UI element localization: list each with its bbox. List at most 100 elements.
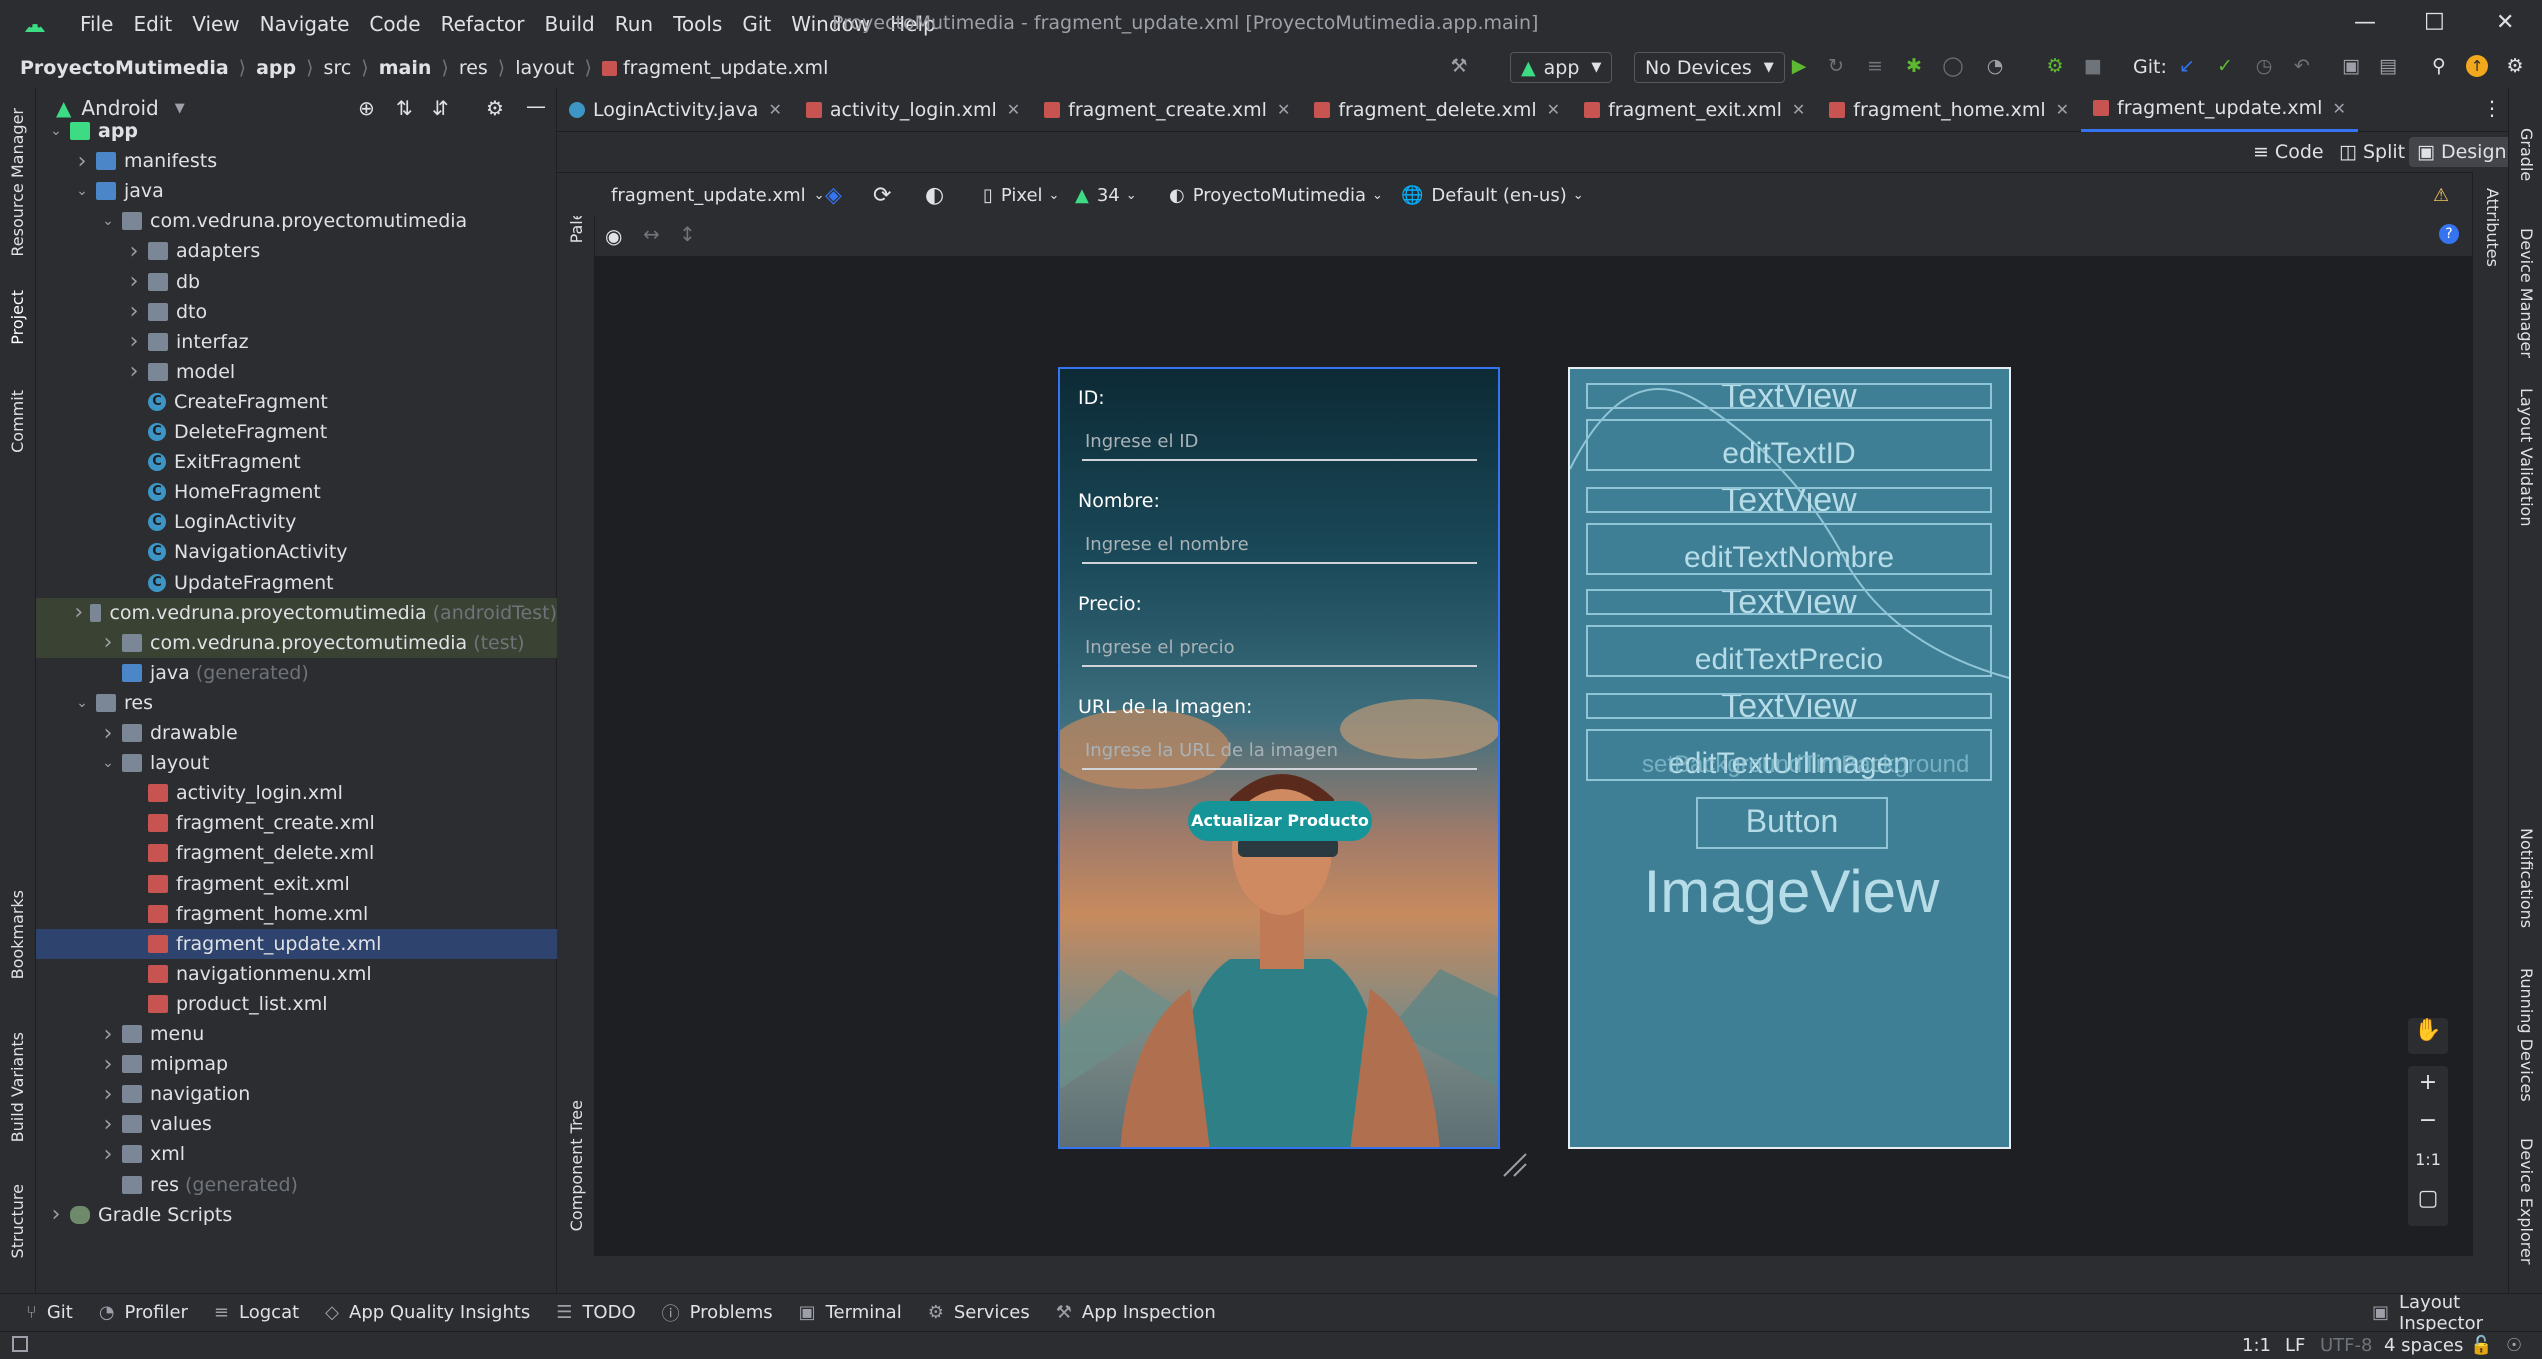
git-commit-icon[interactable]: ✓ bbox=[2214, 55, 2236, 77]
tree-item[interactable]: C ExitFragment bbox=[36, 447, 557, 477]
close-tab-icon[interactable]: ✕ bbox=[1792, 100, 1805, 119]
tree-item[interactable]: res (generated) bbox=[36, 1170, 557, 1200]
blueprint-edit-id[interactable]: editTextID bbox=[1586, 419, 1992, 471]
profiler-tool-button[interactable]: ◔ Profiler bbox=[99, 1302, 188, 1323]
chevron-right-icon[interactable]: › bbox=[100, 721, 116, 746]
zoom-in-icon[interactable]: + bbox=[2408, 1070, 2448, 1106]
tree-item[interactable]: C HomeFragment bbox=[36, 477, 557, 507]
structure-tab[interactable]: Structure bbox=[8, 1184, 27, 1258]
resource-manager-tab[interactable]: Resource Manager bbox=[8, 108, 27, 257]
breadcrumb-item[interactable]: res bbox=[459, 57, 488, 79]
chevron-down-icon[interactable]: ⌄ bbox=[74, 695, 90, 711]
tree-item[interactable]: java (generated) bbox=[36, 658, 557, 688]
git-rollback-icon[interactable]: ↶ bbox=[2291, 55, 2313, 77]
hide-panel-icon[interactable]: — bbox=[526, 94, 546, 118]
blueprint-textview[interactable]: TextView bbox=[1586, 589, 1992, 615]
editor-tab[interactable]: fragment_create.xml ✕ bbox=[1032, 88, 1302, 132]
tree-item[interactable]: fragment_exit.xml bbox=[36, 869, 557, 899]
tree-item[interactable]: fragment_delete.xml bbox=[36, 838, 557, 868]
tree-item[interactable]: › Gradle Scripts bbox=[36, 1200, 557, 1230]
tree-item[interactable]: › com.vedruna.proyectomutimedia (androidTe… bbox=[36, 597, 557, 628]
commit-tab[interactable]: Commit bbox=[8, 390, 27, 453]
chevron-down-icon[interactable]: ⌄ bbox=[100, 755, 116, 771]
tree-item[interactable]: › menu bbox=[36, 1019, 557, 1049]
notifications-tab[interactable]: Notifications bbox=[2517, 828, 2536, 928]
rerun-icon[interactable]: ↻ bbox=[1825, 55, 1847, 77]
blueprint-textview[interactable]: TextView bbox=[1586, 487, 1992, 513]
menu-tools[interactable]: Tools bbox=[663, 12, 732, 36]
menu-git[interactable]: Git bbox=[732, 12, 781, 36]
chevron-down-icon[interactable]: ⌄ bbox=[48, 123, 64, 139]
sdk-manager-icon[interactable]: ▣ bbox=[2340, 55, 2362, 77]
breadcrumb-item[interactable]: app bbox=[256, 57, 296, 79]
tree-item[interactable]: › model bbox=[36, 357, 557, 387]
fit-screen-icon[interactable]: ▢ bbox=[2408, 1186, 2448, 1222]
blueprint-edit-name[interactable]: editTextNombre bbox=[1586, 523, 1992, 575]
chevron-right-icon[interactable]: › bbox=[126, 299, 142, 324]
tree-item[interactable]: fragment_home.xml bbox=[36, 899, 557, 929]
editor-tab[interactable]: LoginActivity.java ✕ bbox=[557, 88, 794, 132]
url-input[interactable]: Ingrese la URL de la imagen bbox=[1082, 732, 1477, 770]
tree-item[interactable]: navigationmenu.xml bbox=[36, 959, 557, 989]
close-tab-icon[interactable]: ✕ bbox=[1007, 100, 1020, 119]
file-select[interactable]: fragment_update.xml ⌄ bbox=[611, 181, 825, 209]
blueprint-textview[interactable]: TextView bbox=[1586, 693, 1992, 719]
git-tool-button[interactable]: ⑂ Git bbox=[26, 1302, 73, 1323]
app-quality-insights-tool-button[interactable]: ◇ App Quality Insights bbox=[325, 1302, 530, 1323]
code-mode-button[interactable]: ≡ Code bbox=[2245, 137, 2332, 167]
indent-setting[interactable]: 4 spaces bbox=[2384, 1335, 2463, 1356]
logcat-tool-button[interactable]: ≡ Logcat bbox=[214, 1302, 299, 1323]
coverage-icon[interactable]: ⚙ bbox=[2044, 55, 2066, 77]
chevron-right-icon[interactable]: › bbox=[100, 1142, 116, 1167]
build-variants-tab[interactable]: Build Variants bbox=[8, 1032, 27, 1142]
layers-icon[interactable]: ◈ bbox=[825, 181, 842, 209]
tree-item[interactable]: ⌄ res bbox=[36, 688, 557, 718]
run-config-select[interactable]: ▲ app ▼ bbox=[1510, 52, 1613, 83]
close-tab-icon[interactable]: ✕ bbox=[768, 100, 781, 119]
maximize-icon[interactable]: □ bbox=[2424, 8, 2445, 33]
close-icon[interactable]: ✕ bbox=[2496, 10, 2514, 35]
tree-item[interactable]: fragment_create.xml bbox=[36, 808, 557, 838]
resize-handle-icon[interactable] bbox=[1500, 1150, 1530, 1180]
chevron-down-icon[interactable]: ▼ bbox=[175, 101, 185, 116]
breadcrumb-item[interactable]: ProyectoMutimedia bbox=[20, 57, 229, 79]
chevron-right-icon[interactable]: › bbox=[126, 269, 142, 294]
tree-item[interactable]: product_list.xml bbox=[36, 989, 557, 1019]
tree-item[interactable]: › mipmap bbox=[36, 1049, 557, 1079]
menu-code[interactable]: Code bbox=[359, 12, 430, 36]
stop-icon[interactable]: ■ bbox=[2082, 55, 2104, 77]
file-encoding[interactable]: UTF-8 bbox=[2320, 1335, 2372, 1356]
running-devices-tab[interactable]: Running Devices bbox=[2517, 968, 2536, 1102]
chevron-right-icon[interactable]: › bbox=[100, 630, 116, 655]
device-select[interactable]: ▯ Pixel ⌄ bbox=[983, 181, 1059, 209]
tree-item[interactable]: C DeleteFragment bbox=[36, 417, 557, 447]
profile-icon[interactable]: ◔ bbox=[1984, 55, 2006, 77]
menu-run[interactable]: Run bbox=[605, 12, 663, 36]
settings-icon[interactable]: ⚙ bbox=[2504, 55, 2526, 77]
todo-tool-button[interactable]: ☰ TODO bbox=[556, 1302, 635, 1323]
toggle-tool-windows-icon[interactable] bbox=[12, 1336, 28, 1352]
blueprint-edit-price[interactable]: editTextPrecio bbox=[1586, 625, 1992, 677]
blueprint-button[interactable]: Button bbox=[1696, 797, 1888, 849]
tree-item[interactable]: › drawable bbox=[36, 718, 557, 748]
tree-item[interactable]: › dto bbox=[36, 297, 557, 327]
design-mode-button[interactable]: ▣ Design bbox=[2409, 137, 2515, 167]
breadcrumb-item[interactable]: layout bbox=[515, 57, 574, 79]
close-tab-icon[interactable]: ✕ bbox=[1277, 100, 1290, 119]
help-icon[interactable]: ? bbox=[2439, 224, 2459, 244]
zoom-out-icon[interactable]: − bbox=[2408, 1108, 2448, 1144]
menu-file[interactable]: File bbox=[70, 12, 123, 36]
layout-validation-tab[interactable]: Layout Validation bbox=[2517, 388, 2536, 526]
close-tab-icon[interactable]: ✕ bbox=[2332, 99, 2345, 118]
warning-icon[interactable]: ⚠ bbox=[2433, 181, 2449, 209]
editor-tab[interactable]: fragment_home.xml ✕ bbox=[1817, 88, 2081, 132]
price-input[interactable]: Ingrese el precio bbox=[1082, 629, 1477, 667]
split-mode-button[interactable]: ◫ Split bbox=[2331, 137, 2413, 167]
tree-item[interactable]: ⌄ app bbox=[36, 116, 557, 146]
breadcrumb-item[interactable]: main bbox=[379, 57, 432, 79]
phone-preview[interactable]: ID: Ingrese el ID Nombre: Ingrese el nom… bbox=[1058, 367, 1500, 1149]
locale-select[interactable]: 🌐 Default (en-us) ⌄ bbox=[1401, 181, 1584, 209]
more-tabs-icon[interactable]: ⋮ bbox=[2482, 96, 2502, 120]
git-branch-icon[interactable]: ☉ bbox=[2506, 1335, 2522, 1356]
horizontal-resize-icon[interactable]: ↔ bbox=[643, 222, 660, 246]
